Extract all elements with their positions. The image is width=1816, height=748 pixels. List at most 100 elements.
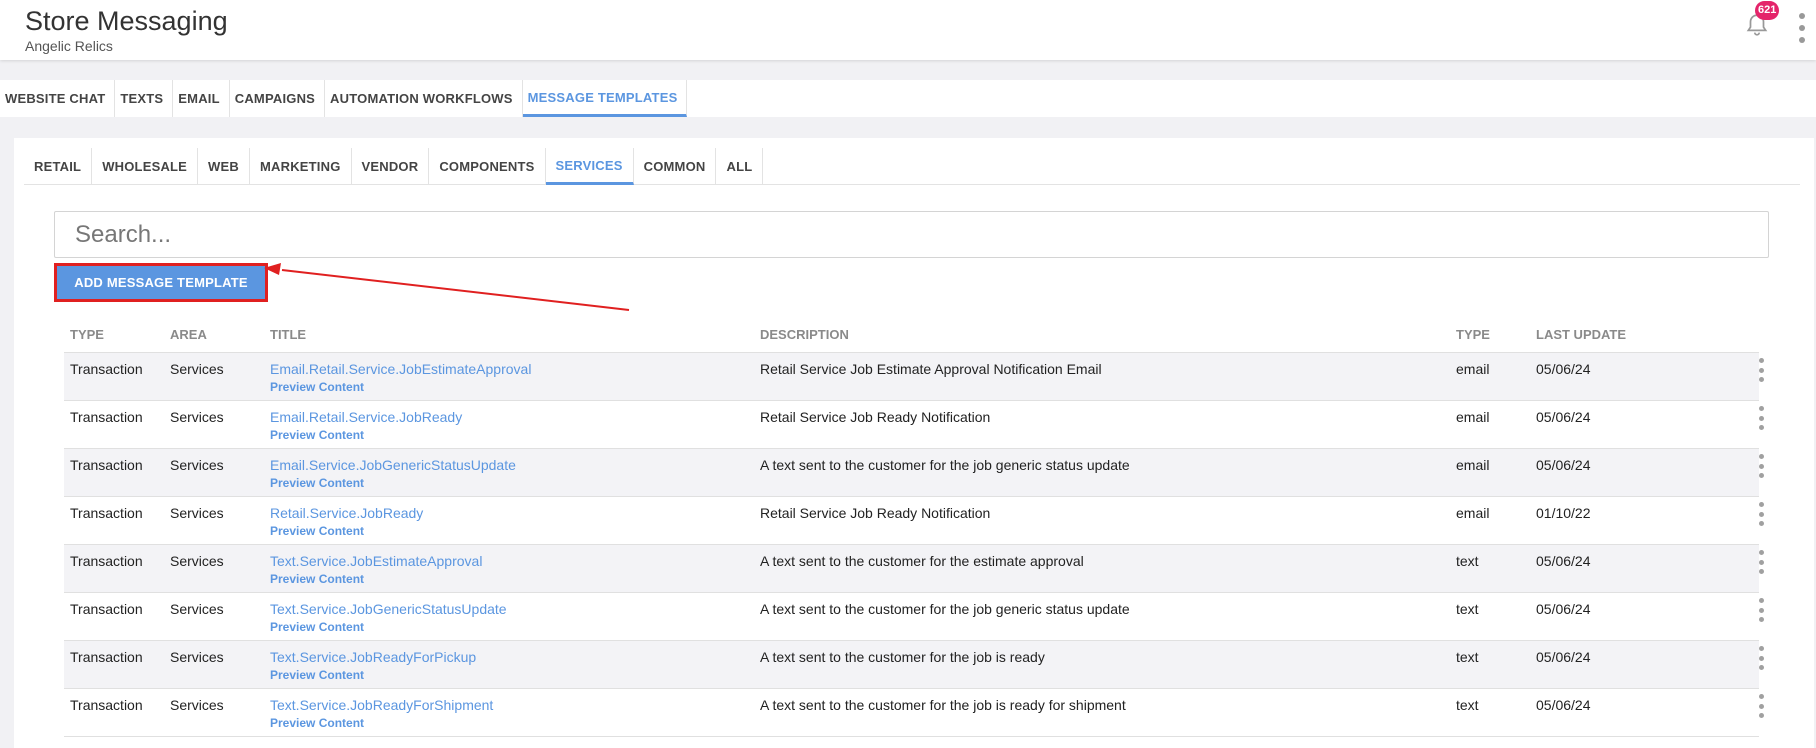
preview-content-link[interactable]: Preview Content [270,668,364,682]
table-row: Transaction Services Retail.Service.JobRea… [64,497,1764,545]
cell-template-type: text [1456,553,1479,569]
cell-template-type: text [1456,601,1479,617]
cell-description: A text sent to the customer for the job … [760,601,1130,617]
row-menu-icon[interactable] [1756,502,1766,526]
category-tabs: RETAIL WHOLESALE WEB MARKETING VENDOR COMPONE… [24,148,1800,185]
cell-type: Transaction [70,409,143,425]
row-menu-icon[interactable] [1756,598,1766,622]
cell-template-type: email [1456,409,1490,425]
cell-type: Transaction [70,649,143,665]
category-tab-retail[interactable]: RETAIL [24,148,93,185]
preview-content-link[interactable]: Preview Content [270,524,364,538]
category-tab-web[interactable]: WEB [198,148,250,185]
cell-last-update: 05/06/24 [1536,649,1591,665]
tab-texts[interactable]: TEXTS [115,80,174,117]
templates-table: TYPE AREA TITLE DESCRIPTION TYPE LAST UP… [64,316,1764,737]
row-menu-icon[interactable] [1756,694,1766,718]
search-input[interactable] [54,211,1769,258]
template-title-link[interactable]: Text.Service.JobReadyForPickup [270,649,476,665]
preview-content-link[interactable]: Preview Content [270,572,364,586]
cell-template-type: email [1456,361,1490,377]
column-header-last-update[interactable]: LAST UPDATE [1536,327,1626,342]
row-menu-icon[interactable] [1756,406,1766,430]
templates-card: RETAIL WHOLESALE WEB MARKETING VENDOR COMPONE… [14,138,1814,748]
category-tab-marketing[interactable]: MARKETING [250,148,352,185]
app-header: Store Messaging Angelic Relics 621 [0,0,1816,60]
row-menu-icon[interactable] [1756,454,1766,478]
row-menu-icon[interactable] [1756,550,1766,574]
table-row: Transaction Services Email.Retail.Service.… [64,401,1764,449]
column-header-area[interactable]: AREA [170,327,207,342]
table-row: Transaction Services Text.Service.JobReady… [64,689,1764,737]
top-tabs: WEBSITE CHAT TEXTS EMAIL CAMPAIGNS AUTOMATIO… [0,80,1816,117]
tab-automation-workflows[interactable]: AUTOMATION WORKFLOWS [325,80,523,117]
template-title-link[interactable]: Email.Service.JobGenericStatusUpdate [270,457,516,473]
cell-last-update: 05/06/24 [1536,697,1591,713]
cell-description: Retail Service Job Ready Notification [760,505,991,521]
template-title-link[interactable]: Retail.Service.JobReady [270,505,423,521]
template-title-link[interactable]: Text.Service.JobGenericStatusUpdate [270,601,507,617]
row-menu-icon[interactable] [1756,646,1766,670]
template-title-link[interactable]: Text.Service.JobReadyForShipment [270,697,493,713]
table-row: Transaction Services Email.Service.JobGene… [64,449,1764,497]
category-tab-components[interactable]: COMPONENTS [429,148,546,185]
cell-type: Transaction [70,505,143,521]
cell-description: A text sent to the customer for the job … [760,457,1130,473]
tab-message-templates[interactable]: MESSAGE TEMPLATES [522,80,688,117]
template-title-link[interactable]: Text.Service.JobEstimateApproval [270,553,482,569]
cell-last-update: 05/06/24 [1536,553,1591,569]
category-tab-wholesale[interactable]: WHOLESALE [92,148,199,185]
add-message-template-button[interactable]: ADD MESSAGE TEMPLATE [54,263,268,302]
cell-area: Services [170,697,224,713]
row-menu-icon[interactable] [1756,358,1766,382]
cell-type: Transaction [70,601,143,617]
template-title-link[interactable]: Email.Retail.Service.JobEstimateApproval [270,361,531,377]
category-tab-services[interactable]: SERVICES [545,148,634,185]
category-tab-vendor[interactable]: VENDOR [352,148,430,185]
cell-last-update: 05/06/24 [1536,601,1591,617]
cell-last-update: 05/06/24 [1536,361,1591,377]
notification-badge[interactable]: 621 [1755,1,1780,20]
table-header: TYPE AREA TITLE DESCRIPTION TYPE LAST UP… [64,316,1759,353]
table-body: Transaction Services Email.Retail.Service.… [64,353,1764,737]
cell-description: A text sent to the customer for the job … [760,697,1126,713]
column-header-title[interactable]: TITLE [270,327,306,342]
cell-area: Services [170,649,224,665]
preview-content-link[interactable]: Preview Content [270,428,364,442]
column-header-description[interactable]: DESCRIPTION [760,327,849,342]
cell-area: Services [170,553,224,569]
cell-type: Transaction [70,361,143,377]
column-header-template-type[interactable]: TYPE [1456,327,1490,342]
tab-website-chat[interactable]: WEBSITE CHAT [0,80,116,117]
cell-area: Services [170,505,224,521]
preview-content-link[interactable]: Preview Content [270,716,364,730]
preview-content-link[interactable]: Preview Content [270,380,364,394]
preview-content-link[interactable]: Preview Content [270,620,364,634]
store-name: Angelic Relics [25,38,113,54]
cell-area: Services [170,457,224,473]
cell-type: Transaction [70,457,143,473]
template-title-link[interactable]: Email.Retail.Service.JobReady [270,409,462,425]
cell-description: Retail Service Job Ready Notification [760,409,991,425]
table-row: Transaction Services Text.Service.JobEstim… [64,545,1764,593]
cell-template-type: text [1456,697,1479,713]
cell-type: Transaction [70,697,143,713]
cell-description: A text sent to the customer for the esti… [760,553,1084,569]
cell-template-type: text [1456,649,1479,665]
cell-last-update: 05/06/24 [1536,409,1591,425]
cell-last-update: 01/10/22 [1536,505,1591,521]
cell-template-type: email [1456,505,1490,521]
tab-campaigns[interactable]: CAMPAIGNS [230,80,326,117]
category-tab-common[interactable]: COMMON [634,148,717,185]
cell-description: A text sent to the customer for the job … [760,649,1045,665]
table-row: Transaction Services Text.Service.JobReady… [64,641,1764,689]
preview-content-link[interactable]: Preview Content [270,476,364,490]
cell-last-update: 05/06/24 [1536,457,1591,473]
cell-area: Services [170,601,224,617]
cell-type: Transaction [70,553,143,569]
category-tab-all[interactable]: ALL [716,148,764,185]
cell-description: Retail Service Job Estimate Approval Not… [760,361,1102,377]
tab-email[interactable]: EMAIL [173,80,230,117]
column-header-type[interactable]: TYPE [70,327,104,342]
more-vertical-icon[interactable] [1797,13,1807,43]
